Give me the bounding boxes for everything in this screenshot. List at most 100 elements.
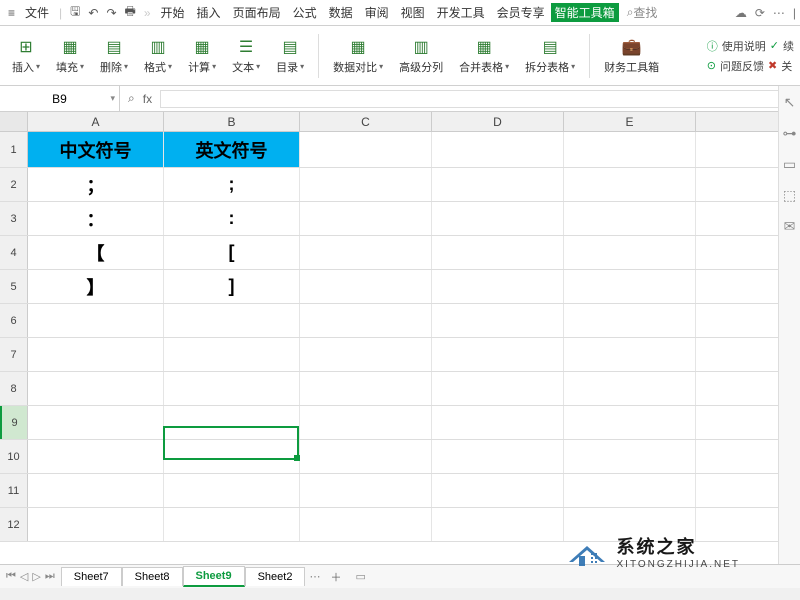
sheet-list-icon[interactable]: ▭ <box>355 570 365 583</box>
cell[interactable] <box>564 202 696 235</box>
feedback-link[interactable]: ⊙问题反馈 ✖关 <box>707 58 794 74</box>
cell[interactable] <box>564 304 696 337</box>
more-tabs[interactable]: ⋯ <box>305 570 324 583</box>
next-tab-icon[interactable]: ▷ <box>32 570 40 583</box>
cell[interactable] <box>564 474 696 507</box>
close-icon[interactable]: ✖ <box>768 59 777 72</box>
grid-body[interactable]: 1 中文符号 英文符号 2 ； ; 3 ： : 4 【 [ <box>0 132 800 542</box>
ribbon-calc[interactable]: ▦计算▾ <box>182 35 222 77</box>
cell[interactable] <box>300 440 432 473</box>
cell[interactable] <box>564 440 696 473</box>
cell[interactable] <box>564 270 696 303</box>
panel-icon[interactable]: ▭ <box>783 156 796 173</box>
settings-icon[interactable]: ⊶ <box>783 125 797 142</box>
cell[interactable]: 英文符号 <box>164 132 300 167</box>
cell[interactable] <box>564 372 696 405</box>
row-header[interactable]: 9 <box>0 406 28 439</box>
cell[interactable] <box>164 474 300 507</box>
cell[interactable]: 【 <box>28 236 164 269</box>
cell[interactable] <box>432 338 564 371</box>
name-box[interactable]: B9▾ <box>0 86 120 111</box>
search-icon[interactable]: ⌕ <box>128 91 135 106</box>
formula-input[interactable] <box>160 90 792 108</box>
cell[interactable] <box>300 474 432 507</box>
cell[interactable] <box>300 270 432 303</box>
cell[interactable] <box>564 132 696 167</box>
cell[interactable] <box>432 372 564 405</box>
cell[interactable] <box>28 440 164 473</box>
col-header-d[interactable]: D <box>432 112 564 131</box>
ribbon-split[interactable]: ▤拆分表格▾ <box>519 35 581 77</box>
cell[interactable]: [ <box>164 236 300 269</box>
tab-formula[interactable]: 公式 <box>287 4 323 21</box>
cell[interactable] <box>432 168 564 201</box>
col-header-b[interactable]: B <box>164 112 300 131</box>
row-header[interactable]: 10 <box>0 440 28 473</box>
cell[interactable] <box>300 406 432 439</box>
row-header[interactable]: 5 <box>0 270 28 303</box>
col-header-c[interactable]: C <box>300 112 432 131</box>
cell[interactable] <box>28 338 164 371</box>
tab-layout[interactable]: 页面布局 <box>227 4 287 21</box>
cell[interactable]: ] <box>164 270 300 303</box>
cell[interactable] <box>564 338 696 371</box>
ribbon-split-col[interactable]: ▥高级分列 <box>393 35 449 77</box>
cell[interactable] <box>300 338 432 371</box>
cell[interactable] <box>432 474 564 507</box>
cursor-icon[interactable]: ↖ <box>784 94 796 111</box>
cell[interactable] <box>300 304 432 337</box>
cell[interactable]: 中文符号 <box>28 132 164 167</box>
tab-start[interactable]: 开始 <box>155 4 191 21</box>
cell[interactable] <box>564 406 696 439</box>
chat-icon[interactable]: ✉ <box>784 218 796 235</box>
cell[interactable] <box>432 270 564 303</box>
col-header-e[interactable]: E <box>564 112 696 131</box>
cell[interactable] <box>300 508 432 541</box>
more-icon[interactable]: ⋯ <box>773 6 785 20</box>
cell[interactable] <box>28 372 164 405</box>
row-header[interactable]: 8 <box>0 372 28 405</box>
chevron-down-icon[interactable]: ▾ <box>110 93 115 104</box>
row-header[interactable]: 6 <box>0 304 28 337</box>
sheet-tab[interactable]: Sheet8 <box>122 567 183 586</box>
save-icon[interactable]: 🖫 <box>66 0 84 25</box>
cell[interactable] <box>432 440 564 473</box>
fx-icon[interactable]: fx <box>143 92 152 106</box>
style-icon[interactable]: ⬚ <box>783 187 796 204</box>
print-icon[interactable]: 🖶 <box>121 0 140 25</box>
tab-data[interactable]: 数据 <box>323 4 359 21</box>
cell[interactable] <box>300 202 432 235</box>
tab-insert[interactable]: 插入 <box>191 4 227 21</box>
select-all-corner[interactable] <box>0 112 28 131</box>
search-box[interactable]: ⌕ 查找 <box>627 4 658 21</box>
last-tab-icon[interactable]: ⏭ <box>45 570 55 583</box>
tab-review[interactable]: 审阅 <box>359 4 395 21</box>
sheet-tab[interactable]: Sheet7 <box>61 567 122 586</box>
tab-smart-toolbox[interactable]: 智能工具箱 <box>551 3 619 22</box>
cell[interactable] <box>164 304 300 337</box>
cell[interactable] <box>432 508 564 541</box>
first-tab-icon[interactable]: ⏮ <box>6 570 16 583</box>
ribbon-format[interactable]: ▥格式▾ <box>138 35 178 77</box>
row-header[interactable]: 1 <box>0 132 28 167</box>
menu-icon[interactable]: ≡ <box>4 4 19 22</box>
ribbon-text[interactable]: ☰文本▾ <box>226 35 266 77</box>
sheet-tab-active[interactable]: Sheet9 <box>183 566 245 587</box>
cell[interactable] <box>164 406 300 439</box>
cell[interactable] <box>300 236 432 269</box>
cell[interactable] <box>300 372 432 405</box>
row-header[interactable]: 7 <box>0 338 28 371</box>
help-link[interactable]: ⓘ使用说明 ✓续 <box>707 38 794 54</box>
row-header[interactable]: 11 <box>0 474 28 507</box>
undo-icon[interactable]: ↶ <box>84 4 102 22</box>
cell[interactable]: ； <box>28 168 164 201</box>
sheet-tab[interactable]: Sheet2 <box>245 567 306 586</box>
cell[interactable] <box>28 406 164 439</box>
cell[interactable]: ; <box>164 168 300 201</box>
cell[interactable] <box>28 474 164 507</box>
add-sheet-button[interactable]: ＋ <box>324 569 347 585</box>
file-menu[interactable]: 文件 <box>19 4 55 21</box>
cell[interactable] <box>300 132 432 167</box>
ribbon-toc[interactable]: ▤目录▾ <box>270 35 310 77</box>
row-header[interactable]: 3 <box>0 202 28 235</box>
